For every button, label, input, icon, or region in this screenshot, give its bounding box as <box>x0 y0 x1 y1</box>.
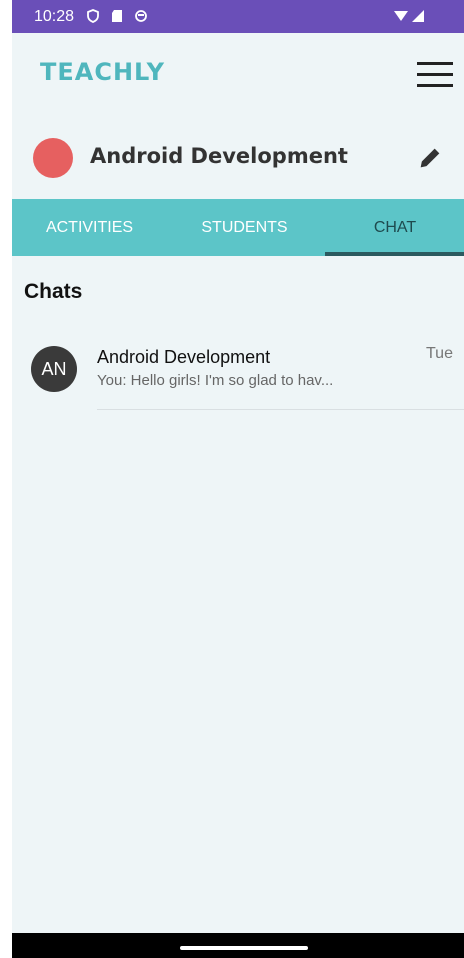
signal-icon <box>394 10 424 22</box>
hamburger-icon-line <box>417 62 453 65</box>
app-screen: 10:28 TEACHLY Android Development ACTIVI… <box>12 0 464 958</box>
divider <box>97 409 464 410</box>
course-title: Android Development <box>90 144 348 168</box>
app-logo: TEACHLY <box>40 58 165 86</box>
tab-bar: ACTIVITIES STUDENTS CHAT <box>12 199 464 256</box>
chat-list-item[interactable]: AN Android Development You: Hello girls!… <box>12 333 464 411</box>
tab-activities[interactable]: ACTIVITIES <box>12 199 167 256</box>
tab-chat[interactable]: CHAT <box>325 199 464 256</box>
status-time: 10:28 <box>34 8 75 25</box>
chat-timestamp: Tue <box>426 345 453 362</box>
edit-pencil-icon[interactable] <box>416 144 444 172</box>
shield-icon <box>87 9 99 23</box>
hamburger-icon-line <box>417 84 453 87</box>
active-tab-indicator <box>325 252 464 256</box>
tab-students[interactable]: STUDENTS <box>167 199 322 256</box>
chat-preview: You: Hello girls! I'm so glad to hav... <box>97 372 334 389</box>
avatar: AN <box>31 346 77 392</box>
chats-heading: Chats <box>24 280 83 303</box>
chat-name: Android Development <box>97 347 271 367</box>
home-gesture-handle[interactable] <box>180 946 308 950</box>
sync-icon <box>135 10 147 22</box>
hamburger-icon-line <box>417 73 453 76</box>
menu-button[interactable] <box>415 60 455 90</box>
status-bar: 10:28 <box>12 0 464 33</box>
course-color-dot <box>33 138 73 178</box>
sd-card-icon <box>112 10 122 22</box>
